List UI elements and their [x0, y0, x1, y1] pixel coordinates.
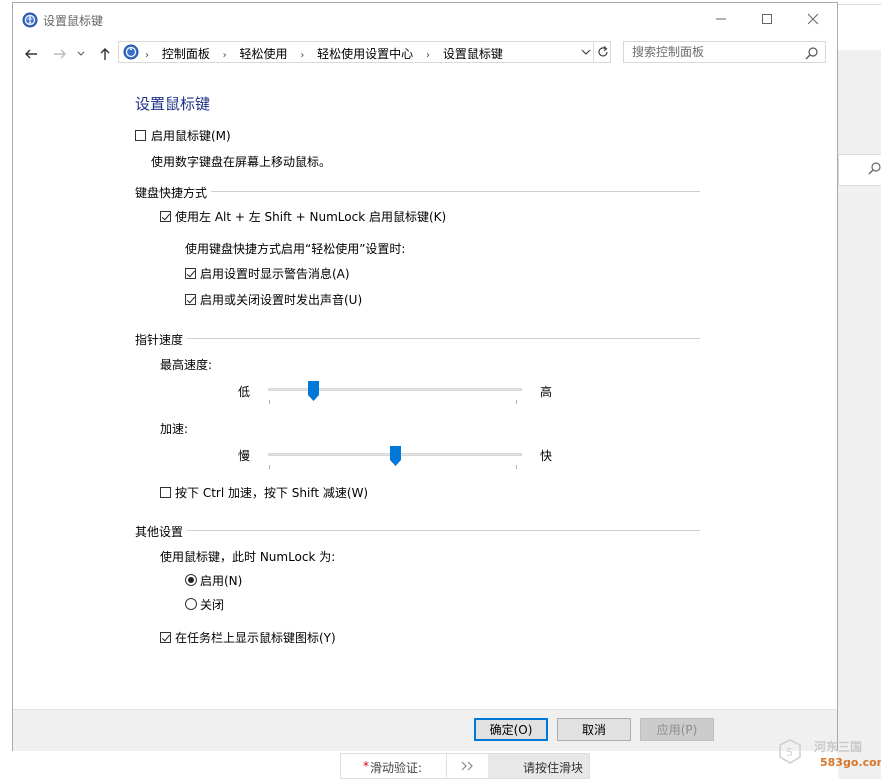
minimize-icon: [716, 18, 726, 20]
captcha-hint: 请按住滑块: [523, 761, 584, 775]
section-title-other-settings: 其他设置: [135, 525, 184, 539]
ctrl-shift-label[interactable]: 按下 Ctrl 加速，按下 Shift 减速(W): [175, 484, 368, 501]
top-speed-high-label: 高: [540, 385, 553, 399]
numlock-off-radio[interactable]: [185, 598, 197, 610]
sound-label[interactable]: 启用或关闭设置时发出声音(U): [200, 291, 362, 308]
top-speed-track[interactable]: [268, 388, 522, 391]
warning-message-label[interactable]: 启用设置时显示警告消息(A): [200, 265, 350, 282]
ctrl-shift-checkbox[interactable]: [160, 487, 171, 498]
slider-tick: [269, 400, 270, 404]
up-button[interactable]: [95, 44, 115, 64]
enable-mousekeys-label[interactable]: 启用鼠标键(M): [151, 127, 231, 144]
captcha-required-mark: *: [363, 759, 369, 773]
enable-mousekeys-checkbox[interactable]: [135, 130, 146, 141]
top-speed-low-label: 低: [238, 385, 251, 399]
breadcrumb-control-panel[interactable]: 控制面板: [162, 47, 210, 61]
back-arrow-icon: [25, 49, 37, 59]
close-icon: [807, 13, 819, 25]
breadcrumb-separator-icon[interactable]: ›: [426, 50, 430, 61]
breadcrumb-separator-icon[interactable]: ›: [223, 50, 227, 61]
section-divider: [211, 191, 700, 192]
numlock-label: 使用鼠标键，此时 NumLock 为:: [160, 550, 336, 564]
section-divider: [187, 530, 700, 531]
apply-button: 应用(P): [640, 718, 714, 741]
top-speed-label: 最高速度:: [160, 358, 213, 372]
mouse-keys-dialog: 设置鼠标键 › 控制面板 › 轻松使用 › 轻松使用设置中心 › 设置鼠标键 搜…: [12, 2, 838, 751]
page-title: 设置鼠标键: [135, 95, 211, 113]
maximize-icon: [762, 14, 772, 24]
close-button[interactable]: [790, 3, 836, 35]
acceleration-label: 加速:: [160, 422, 189, 436]
ok-button[interactable]: 确定(O): [474, 718, 548, 741]
enable-shortcut-label[interactable]: 使用左 Alt + 左 Shift + NumLock 启用鼠标键(K): [175, 208, 446, 225]
watermark-url: 583go.com: [820, 756, 881, 769]
forward-arrow-icon: [54, 49, 66, 59]
divider: [593, 42, 594, 62]
address-bar: › 控制面板 › 轻松使用 › 轻松使用设置中心 › 设置鼠标键: [13, 37, 837, 69]
control-panel-icon: [123, 44, 139, 60]
watermark-text: 河东三国: [814, 740, 863, 754]
title-bar[interactable]: 设置鼠标键: [13, 3, 837, 37]
warning-message-checkbox[interactable]: [185, 268, 196, 279]
window-title: 设置鼠标键: [43, 14, 104, 28]
sound-checkbox[interactable]: [185, 294, 196, 305]
double-chevron-right-icon: [461, 761, 473, 771]
numlock-off-label[interactable]: 关闭: [200, 596, 224, 613]
slider-tick: [269, 465, 270, 469]
recent-locations-button[interactable]: [75, 44, 87, 64]
slider-tick: [516, 400, 517, 404]
button-bar: 确定(O) 取消 应用(P): [13, 709, 837, 751]
address-dropdown-icon[interactable]: [581, 48, 591, 56]
section-title-keyboard-shortcut: 键盘快捷方式: [135, 186, 208, 200]
captcha-track[interactable]: 请按住滑块: [488, 754, 589, 778]
section-divider: [187, 338, 700, 339]
ease-of-access-icon: [22, 12, 38, 28]
slider-tick: [516, 465, 517, 469]
section-title-pointer-speed: 指针速度: [135, 333, 184, 347]
slide-captcha[interactable]: * 滑动验证: 请按住滑块: [340, 753, 590, 779]
address-box[interactable]: › 控制面板 › 轻松使用 › 轻松使用设置中心 › 设置鼠标键: [118, 41, 611, 63]
back-button[interactable]: [21, 44, 41, 64]
taskbar-icon-label[interactable]: 在任务栏上显示鼠标键图标(Y): [175, 629, 336, 646]
breadcrumb: › 控制面板 › 轻松使用 › 轻松使用设置中心 › 设置鼠标键: [145, 45, 503, 62]
minimize-button[interactable]: [698, 3, 744, 35]
cancel-button[interactable]: 取消: [557, 718, 631, 741]
search-icon: [868, 162, 881, 175]
svg-text:5: 5: [786, 746, 793, 759]
up-arrow-icon: [100, 48, 110, 60]
maximize-button[interactable]: [744, 3, 790, 35]
numlock-on-label[interactable]: 启用(N): [200, 572, 242, 589]
numlock-on-radio[interactable]: [185, 574, 197, 586]
breadcrumb-separator-icon: ›: [145, 50, 149, 61]
shortcut-sub-label: 使用键盘快捷方式启用“轻松使用”设置时:: [185, 242, 406, 256]
top-speed-slider-thumb[interactable]: [308, 381, 320, 401]
breadcrumb-mouse-keys[interactable]: 设置鼠标键: [443, 47, 503, 61]
refresh-icon[interactable]: [596, 45, 610, 59]
taskbar-icon-checkbox[interactable]: [160, 632, 171, 643]
chevron-down-icon: [77, 51, 85, 56]
enable-shortcut-checkbox[interactable]: [160, 211, 171, 222]
captcha-label: 滑动验证:: [370, 761, 423, 775]
watermark: 5 河东三国 583go.com: [778, 735, 881, 775]
content-area: 设置鼠标键 启用鼠标键(M) 使用数字键盘在屏幕上移动鼠标。 键盘快捷方式 使用…: [13, 69, 837, 709]
search-box[interactable]: [623, 41, 826, 63]
breadcrumb-ease-of-access-center[interactable]: 轻松使用设置中心: [317, 47, 413, 61]
watermark-logo-icon: 5: [779, 739, 801, 764]
search-icon[interactable]: [805, 46, 819, 60]
captcha-slider-handle[interactable]: [446, 754, 490, 778]
acceleration-slow-label: 慢: [238, 449, 251, 463]
breadcrumb-ease-of-access[interactable]: 轻松使用: [240, 47, 288, 61]
breadcrumb-separator-icon[interactable]: ›: [300, 50, 304, 61]
acceleration-slider-thumb[interactable]: [389, 446, 401, 466]
forward-button[interactable]: [50, 44, 70, 64]
search-input[interactable]: [632, 44, 792, 60]
acceleration-fast-label: 快: [540, 449, 553, 463]
enable-mousekeys-description: 使用数字键盘在屏幕上移动鼠标。: [151, 155, 332, 169]
